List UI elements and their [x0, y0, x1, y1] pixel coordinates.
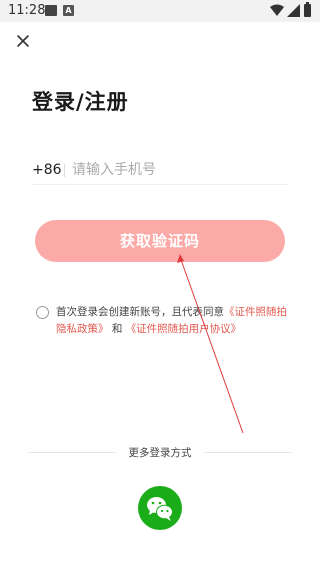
divider-right	[204, 452, 292, 453]
wechat-icon	[147, 497, 173, 521]
more-login-divider: 更多登录方式	[28, 444, 292, 460]
annotation-arrow	[177, 254, 244, 434]
wechat-login-button[interactable]	[138, 486, 182, 530]
